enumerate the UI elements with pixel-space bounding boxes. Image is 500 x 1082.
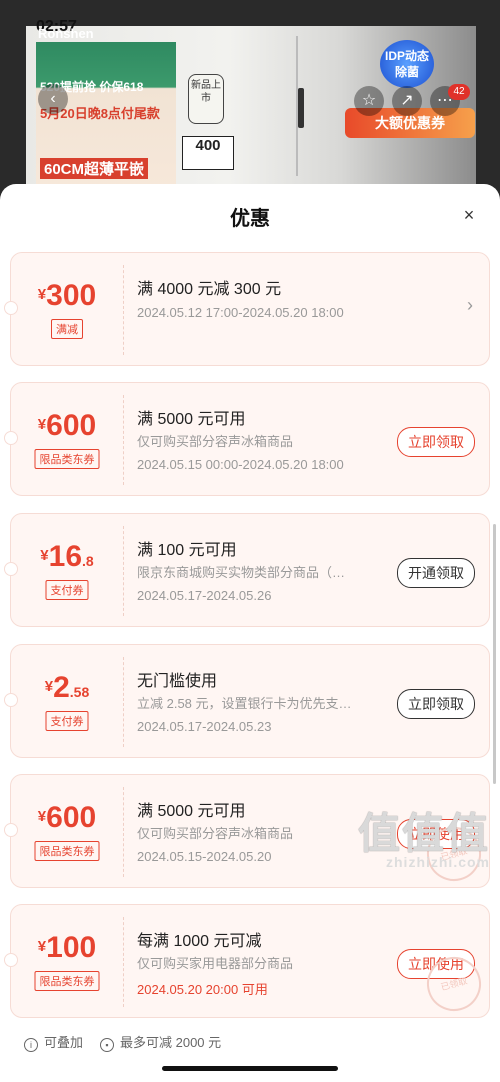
coupon-divider <box>123 265 124 355</box>
coupon-time: 2024.05.20 20:00 可用 <box>137 982 268 997</box>
coupon-title: 满 4000 元减 300 元 <box>137 281 282 298</box>
currency-symbol: ¥ <box>37 938 47 955</box>
coupon-title: 满 100 元可用 <box>137 542 237 559</box>
scrollbar[interactable] <box>493 524 496 784</box>
coupon-time: 2024.05.17-2024.05.23 <box>137 719 272 734</box>
coupon-tag: 限品类东券 <box>34 971 100 991</box>
chevron-right-icon[interactable]: › <box>467 295 473 316</box>
coupon-card: ¥2.58 支付券 无门槛使用 立减 2.58 元，设置银行卡为优先支… 202… <box>4 644 490 759</box>
coupon-amount-col: ¥600 限品类东券 <box>11 775 123 889</box>
coupon-title: 满 5000 元可用 <box>137 803 246 820</box>
coupon-amount: ¥100 <box>11 931 123 965</box>
new-product-badge: 新品上市 <box>188 74 224 124</box>
site-watermark: 值值值 zhizhizhi.com <box>357 800 490 870</box>
coupon-card: ¥100 限品类东券 每满 1000 元可减 仅可购买家用电器部分商品 2024… <box>4 904 490 1019</box>
coupon-amount: ¥600 <box>11 801 123 835</box>
coupon-amount-col: ¥100 限品类东券 <box>11 905 123 1019</box>
discount-sheet: 优惠 × ¥300 满减 满 4000 元减 300 元 2024.05.12 … <box>0 184 500 1082</box>
coupon-time: 2024.05.15 00:00-2024.05.20 18:00 <box>137 457 344 472</box>
coupon-subtitle: 立减 2.58 元，设置银行卡为优先支… <box>137 696 352 711</box>
coupon-amount-col: ¥600 限品类东券 <box>11 383 123 497</box>
coupon-card[interactable]: ¥300 满减 满 4000 元减 300 元 2024.05.12 17:00… <box>4 252 490 367</box>
back-icon[interactable]: ‹ <box>38 84 68 114</box>
claim-button[interactable]: 立即领取 <box>397 427 475 457</box>
close-icon[interactable]: × <box>460 206 478 224</box>
sheet-title: 优惠 <box>230 208 270 230</box>
currency-symbol: ¥ <box>44 678 54 695</box>
coupon-subtitle: 限京东商城购买实物类部分商品（… <box>137 565 346 580</box>
cart-count-badge: 42 <box>448 84 470 100</box>
currency-symbol: ¥ <box>37 808 47 825</box>
idp-badge: IDP动态除菌 <box>380 40 434 88</box>
fridge-handle <box>298 88 304 128</box>
amount-value: 600 <box>46 409 97 442</box>
stackable-note: i 可叠加 <box>24 1032 83 1052</box>
watermark-logo: 值值值 <box>357 810 490 857</box>
brand-logo: Ronshen <box>38 26 94 41</box>
amount-value: 600 <box>46 801 97 834</box>
plus-price-box: 400 <box>182 136 234 170</box>
coupon-amount: ¥600 <box>11 409 123 443</box>
coupon-title: 无门槛使用 <box>137 673 218 690</box>
max-discount-note: ▪ 最多可减 2000 元 <box>100 1032 221 1052</box>
coupon-subtitle: 仅可购买部分容声冰箱商品 <box>137 826 294 841</box>
coupon-time: 2024.05.15-2024.05.20 <box>137 849 272 864</box>
favorite-icon[interactable]: ☆ <box>354 86 384 116</box>
amount-value: 2 <box>53 671 70 704</box>
currency-symbol: ¥ <box>40 547 49 564</box>
amount-value: 100 <box>46 931 97 964</box>
coupon-subtitle: 仅可购买部分容声冰箱商品 <box>137 434 294 449</box>
coupon-divider <box>123 395 124 485</box>
home-indicator[interactable] <box>162 1066 338 1071</box>
coupon-divider <box>123 526 124 616</box>
coupon-title: 每满 1000 元可减 <box>137 933 262 950</box>
coupon-amount-col: ¥16.8 支付券 <box>11 514 123 628</box>
coupon-card: ¥16.8 支付券 满 100 元可用 限京东商城购买实物类部分商品（… 202… <box>4 513 490 628</box>
coupon-tag: 支付券 <box>45 711 89 731</box>
amount-decimal: .8 <box>82 553 94 569</box>
coupon-tag: 限品类东券 <box>34 449 100 469</box>
coupon-divider <box>123 917 124 1007</box>
amount-value: 300 <box>46 279 97 312</box>
coupon-divider <box>123 657 124 747</box>
coupon-amount: ¥300 <box>11 279 123 313</box>
max-discount-label: 最多可减 2000 元 <box>120 1035 222 1050</box>
activate-claim-button[interactable]: 开通领取 <box>397 558 475 588</box>
coupon-amount: ¥16.8 <box>11 540 123 574</box>
coupon-title: 满 5000 元可用 <box>137 411 246 428</box>
amount-decimal: .58 <box>69 684 90 700</box>
coupon-amount: ¥2.58 <box>11 671 123 705</box>
coupon-amount-col: ¥2.58 支付券 <box>11 645 123 759</box>
currency-symbol: ¥ <box>37 286 47 303</box>
promo-line-3: 60CM超薄平嵌 <box>40 158 149 179</box>
amount-value: 16 <box>48 540 83 573</box>
coupon-amount-col: ¥300 满减 <box>11 253 123 367</box>
coupon-tag: 限品类东券 <box>34 841 100 861</box>
claim-button[interactable]: 立即领取 <box>397 689 475 719</box>
sheet-footer: i 可叠加 ▪ 最多可减 2000 元 <box>0 1026 500 1056</box>
coupon-time: 2024.05.17-2024.05.26 <box>137 588 272 603</box>
info-icon: i <box>24 1038 38 1052</box>
coupon-tag: 满减 <box>51 319 83 339</box>
coupon-card: ¥600 限品类东券 满 5000 元可用 仅可购买部分容声冰箱商品 2024.… <box>4 382 490 497</box>
coupon-subtitle: 仅可购买家用电器部分商品 <box>137 956 294 971</box>
coupon-divider <box>123 787 124 877</box>
watermark-url: zhizhizhi.com <box>386 854 490 870</box>
coupon-time: 2024.05.12 17:00-2024.05.20 18:00 <box>137 305 344 320</box>
coupon-tag: 支付券 <box>45 580 89 600</box>
currency-symbol: ¥ <box>37 416 47 433</box>
share-icon[interactable]: ↗ <box>392 86 422 116</box>
stackable-label: 可叠加 <box>44 1035 84 1050</box>
coupon-icon: ▪ <box>100 1038 114 1052</box>
